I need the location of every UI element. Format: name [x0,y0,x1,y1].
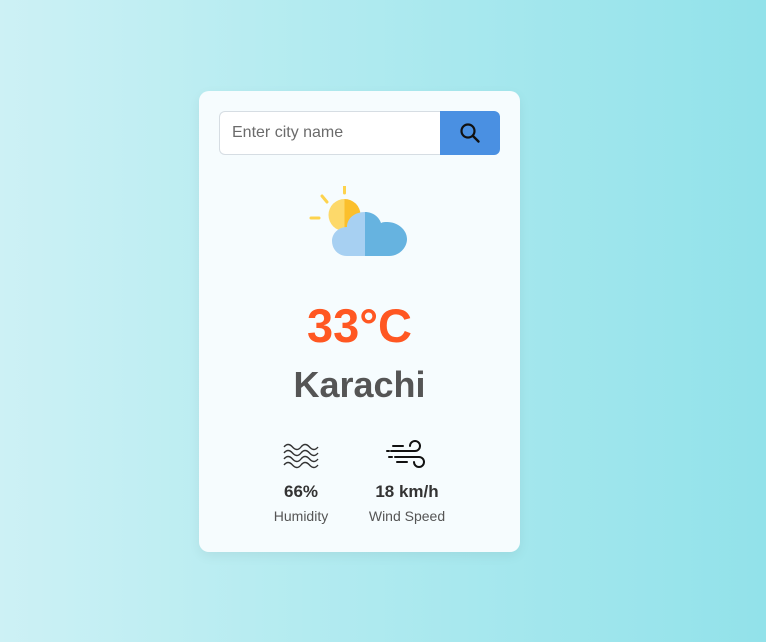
wind-speed-label: Wind Speed [368,508,446,524]
wind-stat: 18 km/h Wind Speed [357,438,457,525]
city-search-input[interactable] [219,111,440,155]
humidity-value: 66% [283,482,319,501]
search-button[interactable] [440,111,500,155]
humidity-stat: 66% Humidity [261,438,341,525]
humidity-waves-icon [283,443,319,469]
search-bar [219,111,500,155]
humidity-label: Humidity [273,508,329,524]
partly-cloudy-icon [309,186,407,256]
weather-card: 33°C Karachi 66% Humidity 18 km/h Wind S… [199,91,520,552]
city-name: Karachi [293,364,426,405]
temperature-display: 33°C [306,299,412,352]
search-icon [460,123,480,143]
wind-speed-value: 18 km/h [375,482,439,501]
wind-icon [386,440,425,468]
